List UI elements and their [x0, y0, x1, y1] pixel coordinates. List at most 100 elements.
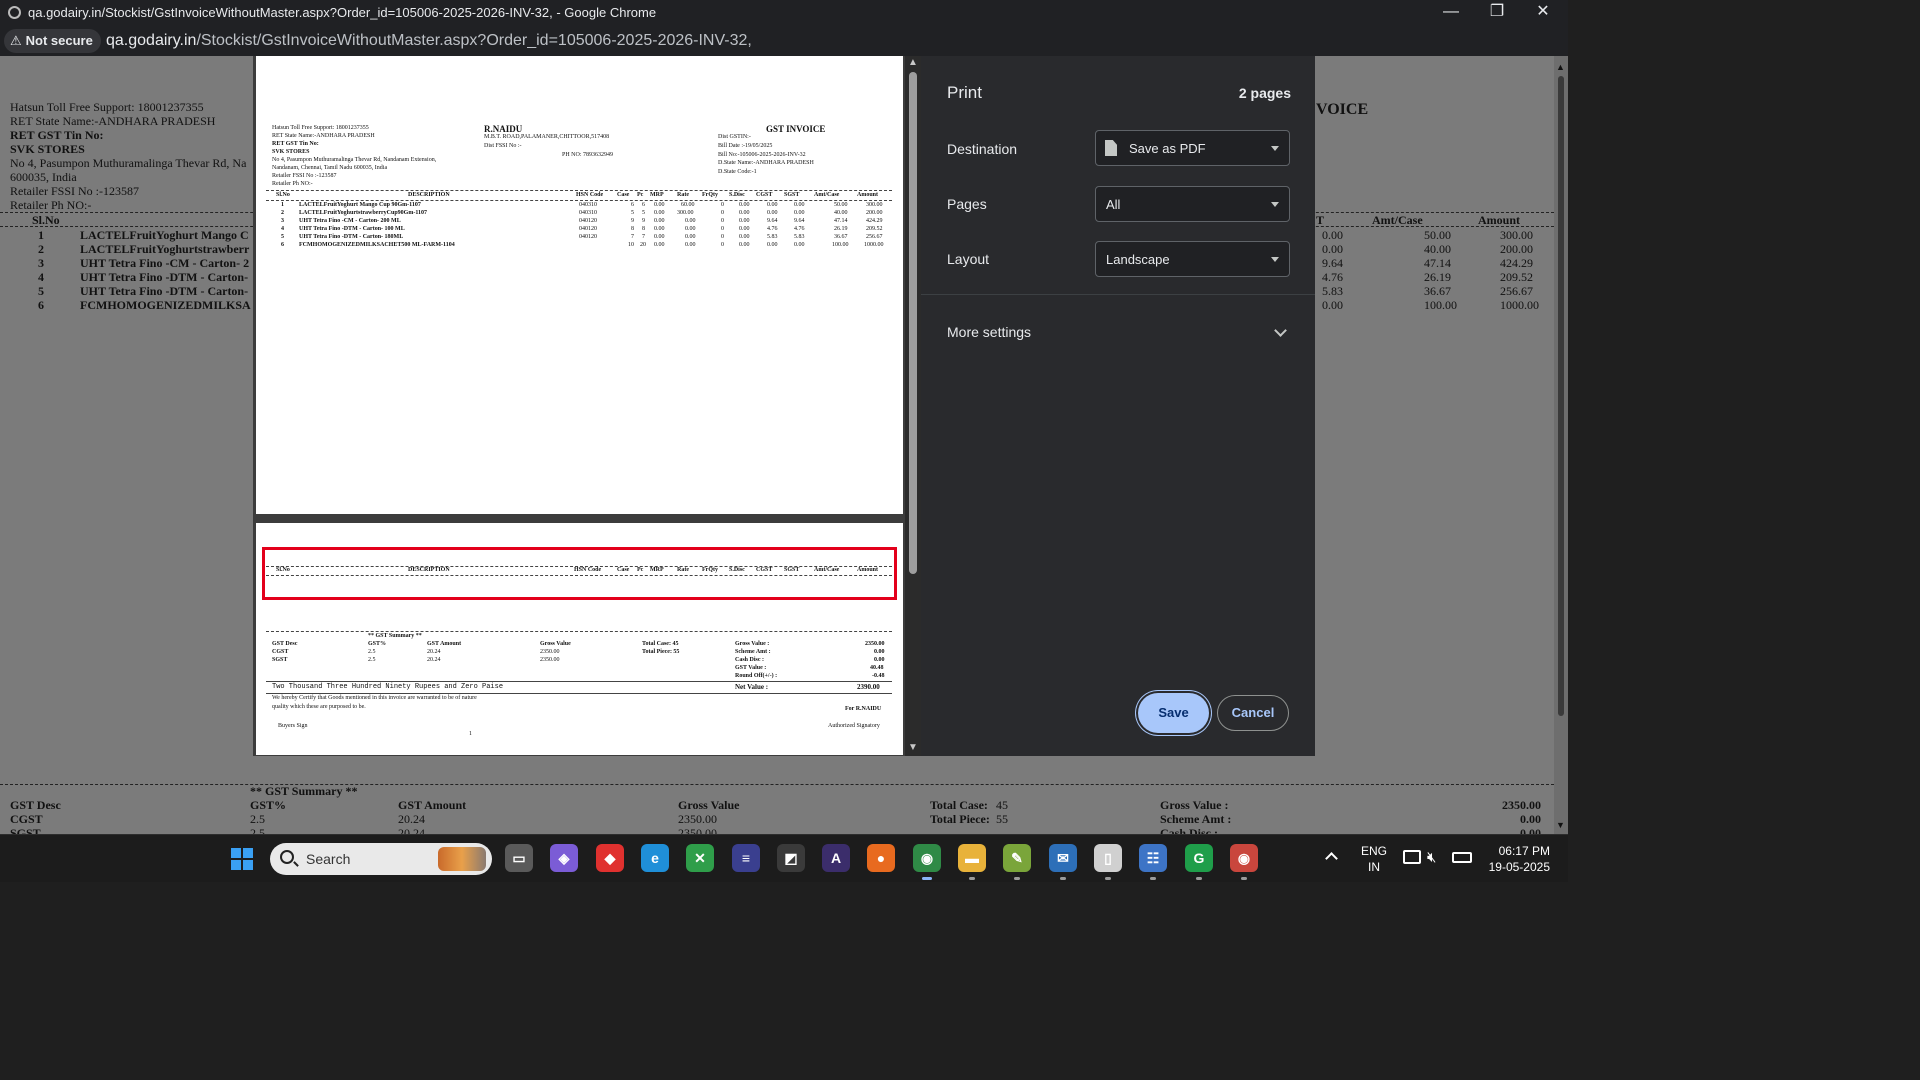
bg-row-amt-case: 50.00 [1424, 228, 1451, 242]
site-security-chip[interactable]: ⚠ Not secure [4, 29, 101, 53]
close-window-button[interactable]: ✕ [1520, 0, 1566, 26]
url-field[interactable]: qa.godairy.in/Stockist/GstInvoiceWithout… [106, 32, 752, 50]
app-a-icon[interactable]: A [822, 844, 850, 872]
pv-divider [266, 200, 892, 201]
scroll-down-arrow-icon[interactable]: ▼ [1556, 820, 1565, 830]
preview-scroll-down-icon[interactable]: ▼ [908, 742, 918, 753]
save-button[interactable]: Save [1140, 695, 1207, 731]
edge-icon[interactable]: e [641, 844, 669, 872]
notion-icon[interactable]: ◩ [777, 844, 805, 872]
page-scrollbar[interactable]: ▲ ▼ [1554, 56, 1568, 834]
pv-cell: UHT Tetra Fino -DTM - Carton- 180ML [299, 234, 404, 240]
pv-bill-no: Bill No:-105006-2025-2026-INV-32 [718, 152, 806, 158]
pv2-gst-summary-title: ** GST Summary ** [368, 633, 422, 639]
bg-summary-cell: GST Amount [398, 798, 467, 812]
pv-cell: 0 [721, 218, 724, 224]
browser-title-bar: qa.godairy.in/Stockist/GstInvoiceWithout… [0, 0, 1568, 26]
cancel-button[interactable]: Cancel [1217, 695, 1289, 731]
scroll-up-arrow-icon[interactable]: ▲ [1556, 62, 1565, 72]
clock-date: 19-05-2025 [1488, 860, 1550, 874]
pv-cell: 20 [640, 242, 646, 248]
firefox-icon[interactable]: ● [867, 844, 895, 872]
file-explorer-icon[interactable]: ▬ [958, 844, 986, 880]
bg-summary-row: GST Desc GST% GST Amount Gross Value Tot… [0, 798, 1568, 812]
pv-cell: 9.64 [794, 218, 805, 224]
preview-scroll-up-icon[interactable]: ▲ [908, 57, 918, 68]
bg-row-amount: 200.00 [1500, 242, 1533, 256]
notepad-plus-icon[interactable]: ✎ [1003, 844, 1031, 880]
show-hidden-icons-chevron-icon[interactable] [1325, 852, 1338, 865]
page-scroll-thumb[interactable] [1558, 76, 1564, 716]
restore-button[interactable]: ❐ [1474, 0, 1520, 26]
pv2-summary-value: 40.48 [870, 665, 884, 671]
pages-value: All [1106, 197, 1121, 212]
bg-summary-cell: GST Desc [10, 798, 61, 812]
preview-page-2: Sl.No DESCRIPTION HSN Code Case Pc MRP R… [256, 523, 903, 755]
bg-ret-state: RET State Name:-ANDHARA PRADESH [10, 114, 216, 128]
preview-scrollbar[interactable]: ▲ ▼ [905, 56, 921, 756]
destination-select[interactable]: Save as PDF [1095, 130, 1290, 166]
pv-cell: 0.00 [654, 210, 665, 216]
pv-cell: 7 [631, 234, 634, 240]
chat-icon[interactable]: ☷ [1139, 844, 1167, 880]
filezilla-icon[interactable]: ≡ [732, 844, 760, 872]
anydesk-icon[interactable]: ◆ [596, 844, 624, 872]
pv2-authorized: Authorized Signatory [828, 723, 880, 729]
bg-row-desc: LACTELFruitYoghurt Mango C [80, 228, 249, 242]
taskbar-search-box[interactable]: Search [270, 843, 492, 875]
pv-cell: 0.00 [685, 226, 696, 232]
pv2-total-piece: Total Piece: 55 [642, 649, 680, 655]
windows-taskbar: Search ▭ ◈ ◆ e ✕ ≡ ◩ A ● ◉ ▬ ✎ ✉ ▯ ☷ G ◉ ENG IN 🔇︎ 06:17… [0, 834, 1568, 882]
pv-cell: 60.00 [681, 202, 695, 208]
copilot-icon[interactable]: ◈ [550, 844, 578, 872]
greenshot-icon[interactable]: G [1185, 844, 1213, 880]
pv-header-cell: Amt/Case [814, 192, 840, 198]
pv-ret-state: RET State Name:-ANDHARA PRADESH [272, 133, 375, 139]
minimize-button[interactable]: — [1428, 0, 1474, 26]
system-clock[interactable]: 06:17 PM 19-05-2025 [1480, 843, 1550, 875]
bg-row-amount: 1000.00 [1500, 298, 1539, 312]
warning-icon: ⚠ [10, 33, 22, 48]
task-view-icon[interactable]: ▭ [505, 844, 533, 872]
bg-invoice-title: VOICE [1316, 101, 1369, 118]
input-language[interactable]: ENG IN [1360, 843, 1388, 875]
pv-cell: LACTELFruitYoghurt Mango Cup 90Gm-1107 [299, 202, 421, 208]
pages-label: Pages [947, 196, 987, 212]
windows-start-icon[interactable] [231, 848, 253, 870]
pv-cell: 36.67 [834, 234, 848, 240]
pv2-summary-label: Cash Disc : [735, 657, 765, 663]
bg-address1: No 4, Pasumpon Muthuramalinga Thevar Rd,… [10, 156, 247, 170]
expand-chevron-icon[interactable] [1274, 324, 1287, 337]
pv2-for-seller: For R.NAIDU [845, 706, 882, 712]
pv-dist-gstin: Dist GSTIN:- [718, 134, 751, 140]
battery-icon[interactable] [1452, 852, 1472, 863]
pv-header-cell: S.Disc [729, 192, 745, 198]
pv2-sgst-pct: 2.5 [368, 657, 376, 663]
volume-muted-icon[interactable]: 🔇︎ [1427, 849, 1436, 866]
layout-select[interactable]: Landscape [1095, 241, 1290, 277]
pv-cell: 0.00 [794, 210, 805, 216]
pv-table-row: 2 LACTELFruitYoghurtstrawberryCup90Gm-11… [256, 210, 903, 217]
pv2-page-number: 1 [469, 731, 472, 737]
pages-select[interactable]: All [1095, 186, 1290, 222]
bg-row-amt-case: 40.00 [1424, 242, 1451, 256]
pv-cell: 0.00 [739, 202, 750, 208]
chrome-icon[interactable]: ◉ [913, 844, 941, 880]
pv-cell: 100.00 [832, 242, 849, 248]
network-icon[interactable] [1403, 850, 1421, 864]
mail-icon[interactable]: ✉ [1049, 844, 1077, 880]
language-code: ENG [1360, 844, 1387, 858]
preview-scroll-thumb[interactable] [909, 72, 917, 574]
bg-address2: 600035, India [10, 170, 77, 184]
pv-cell: 209.52 [866, 226, 883, 232]
more-settings-toggle[interactable]: More settings [947, 324, 1031, 340]
chevron-down-icon [1271, 257, 1279, 262]
search-placeholder: Search [306, 851, 351, 867]
pv-dist-fssi: Dist FSSI No :- [484, 143, 522, 149]
layout-label: Layout [947, 251, 990, 267]
excel-tool-icon[interactable]: ✕ [686, 844, 714, 872]
pv-cell: 1 [281, 202, 284, 208]
panel-divider [921, 294, 1315, 295]
chrome-profile-icon[interactable]: ◉ [1230, 844, 1258, 880]
document-icon[interactable]: ▯ [1094, 844, 1122, 880]
